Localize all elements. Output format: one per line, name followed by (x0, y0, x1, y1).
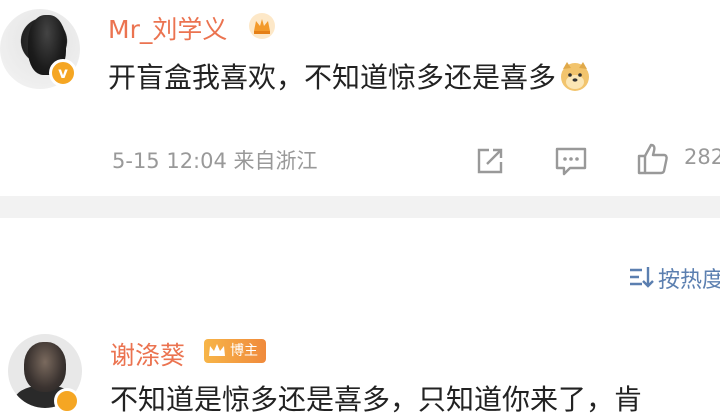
post-location: 来自浙江 (233, 149, 318, 173)
avatar-face (24, 342, 66, 392)
post-content: 开盲盒我喜欢，不知道惊多还是喜多 (108, 56, 592, 96)
comment-sort-bar (0, 218, 720, 318)
blogger-badge-label: 博主 (230, 343, 258, 359)
verified-badge-icon: v (49, 59, 77, 87)
post-meta: 5-15 12:04 来自浙江 (112, 145, 318, 175)
share-icon[interactable] (474, 145, 506, 177)
crown-icon (249, 13, 275, 39)
sort-by-hot-button[interactable]: 按热度 (658, 262, 720, 294)
section-divider (0, 196, 720, 218)
username[interactable]: Mr_刘学义 (108, 10, 227, 46)
like-icon[interactable] (636, 142, 670, 176)
comment-text: 不知道是惊多还是喜多，只知道你来了，肯 (110, 383, 643, 416)
post-text: 开盲盒我喜欢，不知道惊多还是喜多 (108, 61, 557, 94)
sort-icon[interactable] (628, 265, 654, 289)
blogger-badge: 博主 (204, 339, 266, 363)
crown-icon (209, 344, 225, 356)
commenter-verified-badge-icon (54, 388, 80, 414)
post-card: v Mr_刘学义 开盲盒我喜欢，不知道惊多还是喜多 5-15 12:04 来自浙… (0, 0, 720, 196)
doge-emoji-icon (561, 62, 590, 91)
comment-icon[interactable] (554, 145, 588, 177)
post-timestamp: 5-15 12:04 (112, 149, 227, 173)
like-count: 282 (684, 145, 720, 169)
commenter-username[interactable]: 谢涤葵 (110, 336, 185, 372)
